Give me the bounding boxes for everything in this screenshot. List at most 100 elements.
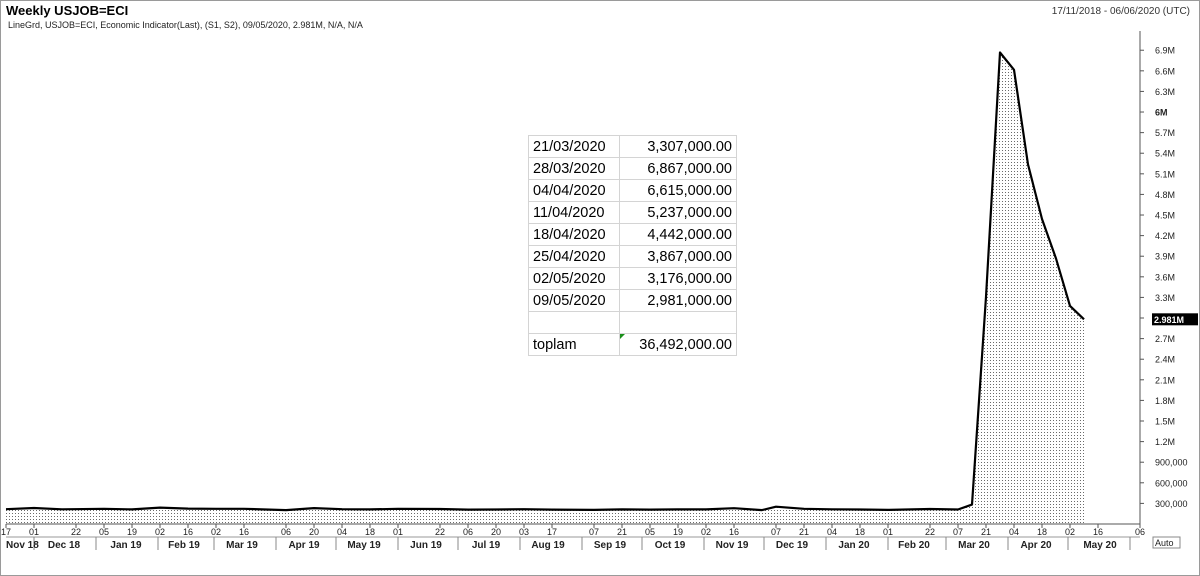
y-tick-label-22: 6.9M — [1155, 46, 1175, 56]
total-label-cell[interactable]: toplam — [528, 333, 620, 356]
total-row: toplam 36,492,000.00 — [528, 333, 737, 356]
data-point-33 — [971, 504, 973, 506]
date-cell[interactable]: 04/04/2020 — [528, 179, 620, 202]
x-month-label-4: Mar 19 — [226, 540, 258, 551]
value-cell[interactable]: 6,867,000.00 — [619, 157, 737, 180]
x-month-label-11: Oct 19 — [655, 540, 686, 551]
table-row-empty — [528, 311, 737, 334]
data-point-39 — [1055, 258, 1057, 260]
y-tick-label-8: 2.7M — [1155, 334, 1175, 344]
y-tick-label-13: 4.2M — [1155, 231, 1175, 241]
x-tick-label-25: 07 — [771, 527, 781, 537]
x-tick-label-20: 21 — [617, 527, 627, 537]
x-month-label-2: Jan 19 — [110, 540, 142, 551]
x-tick-label-36: 16 — [1093, 527, 1103, 537]
data-point-9 — [285, 509, 287, 511]
empty-cell[interactable] — [619, 311, 737, 334]
table-row: 18/04/2020 4,442,000.00 — [528, 223, 737, 246]
data-point-41 — [1083, 318, 1085, 320]
data-point-13 — [397, 508, 399, 510]
date-cell[interactable]: 02/05/2020 — [528, 267, 620, 290]
x-tick-label-7: 02 — [211, 527, 221, 537]
data-point-16 — [495, 509, 497, 511]
x-tick-label-10: 20 — [309, 527, 319, 537]
data-point-38 — [1041, 218, 1043, 220]
data-point-35 — [999, 52, 1001, 54]
x-tick-label-9: 06 — [281, 527, 291, 537]
y-tick-label-11: 3.6M — [1155, 272, 1175, 282]
value-cell[interactable]: 6,615,000.00 — [619, 179, 737, 202]
y-tick-label-0: 300,000 — [1155, 499, 1188, 509]
x-tick-label-29: 01 — [883, 527, 893, 537]
date-cell[interactable]: 09/05/2020 — [528, 289, 620, 312]
data-point-0 — [5, 508, 7, 510]
x-month-label-7: Jun 19 — [410, 540, 442, 551]
empty-cell[interactable] — [528, 311, 620, 334]
y-tick-label-6: 2.1M — [1155, 375, 1175, 385]
data-point-6 — [187, 508, 189, 510]
data-point-18 — [551, 509, 553, 511]
y-tick-label-12: 3.9M — [1155, 252, 1175, 262]
x-tick-label-32: 21 — [981, 527, 991, 537]
data-point-1 — [33, 507, 35, 509]
data-point-31 — [929, 508, 931, 510]
value-cell[interactable]: 3,307,000.00 — [619, 135, 737, 158]
data-point-21 — [649, 509, 651, 511]
x-month-label-18: May 20 — [1083, 540, 1117, 551]
y-tick-label-18: 5.7M — [1155, 128, 1175, 138]
data-point-23 — [705, 508, 707, 510]
y-tick-label-14: 4.5M — [1155, 211, 1175, 221]
x-tick-label-5: 02 — [155, 527, 165, 537]
x-tick-label-12: 18 — [365, 527, 375, 537]
y-tick-label-7: 2.4M — [1155, 355, 1175, 365]
x-month-label-16: Mar 20 — [958, 540, 990, 551]
date-cell[interactable]: 25/04/2020 — [528, 245, 620, 268]
x-month-label-1: Dec 18 — [48, 540, 81, 551]
x-tick-label-35: 02 — [1065, 527, 1075, 537]
value-cell[interactable]: 5,237,000.00 — [619, 201, 737, 224]
data-point-4 — [131, 508, 133, 510]
x-month-label-3: Feb 19 — [168, 540, 200, 551]
value-cell[interactable]: 4,442,000.00 — [619, 223, 737, 246]
data-point-12 — [369, 508, 371, 510]
data-point-15 — [467, 509, 469, 511]
data-point-32 — [957, 509, 959, 511]
data-point-7 — [215, 508, 217, 510]
data-point-11 — [341, 508, 343, 510]
data-point-3 — [103, 508, 105, 510]
y-tick-label-4: 1.5M — [1155, 417, 1175, 427]
x-tick-label-19: 07 — [589, 527, 599, 537]
x-tick-label-37: 06 — [1135, 527, 1145, 537]
x-tick-label-11: 04 — [337, 527, 347, 537]
y-tick-label-3: 1.2M — [1155, 437, 1175, 447]
value-cell[interactable]: 2,981,000.00 — [619, 289, 737, 312]
data-point-10 — [313, 507, 315, 509]
x-tick-label-16: 20 — [491, 527, 501, 537]
data-point-5 — [159, 507, 161, 509]
x-month-label-15: Feb 20 — [898, 540, 930, 551]
data-point-27 — [803, 508, 805, 510]
data-point-20 — [621, 508, 623, 510]
x-month-label-14: Jan 20 — [838, 540, 870, 551]
table-row: 04/04/2020 6,615,000.00 — [528, 179, 737, 202]
data-point-25 — [761, 509, 763, 511]
x-tick-label-21: 05 — [645, 527, 655, 537]
x-month-label-17: Apr 20 — [1020, 540, 1052, 551]
x-tick-label-14: 22 — [435, 527, 445, 537]
table-row: 02/05/2020 3,176,000.00 — [528, 267, 737, 290]
table-row: 25/04/2020 3,867,000.00 — [528, 245, 737, 268]
date-cell[interactable]: 18/04/2020 — [528, 223, 620, 246]
value-cell[interactable]: 3,867,000.00 — [619, 245, 737, 268]
date-cell[interactable]: 21/03/2020 — [528, 135, 620, 158]
date-cell[interactable]: 28/03/2020 — [528, 157, 620, 180]
date-cell[interactable]: 11/04/2020 — [528, 201, 620, 224]
data-point-26 — [775, 506, 777, 508]
data-table: 21/03/2020 3,307,000.00 28/03/2020 6,867,00… — [528, 135, 737, 356]
data-point-30 — [887, 509, 889, 511]
x-tick-label-24: 16 — [729, 527, 739, 537]
total-value-cell[interactable]: 36,492,000.00 — [619, 333, 737, 356]
y-tick-label-20: 6.3M — [1155, 87, 1175, 97]
value-cell[interactable]: 3,176,000.00 — [619, 267, 737, 290]
y-tick-label-17: 5.4M — [1155, 149, 1175, 159]
y-tick-label-16: 5.1M — [1155, 169, 1175, 179]
